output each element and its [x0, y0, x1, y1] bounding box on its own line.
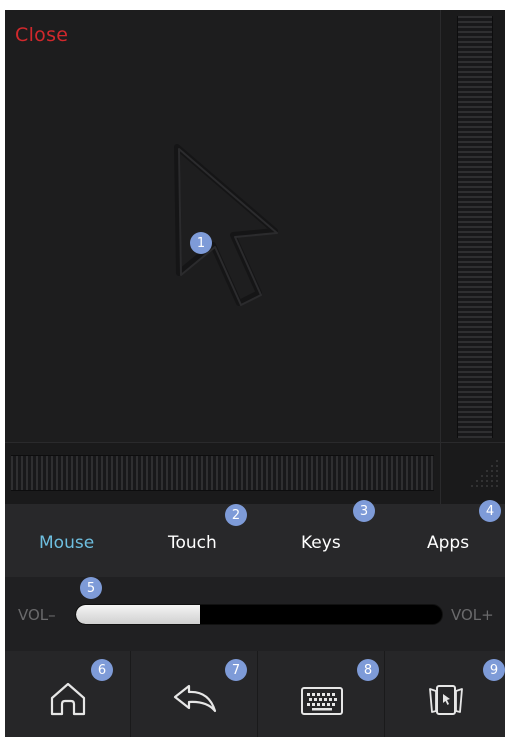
tab-apps[interactable]: Apps: [427, 533, 469, 553]
vertical-scroll-strip[interactable]: [440, 10, 505, 442]
close-button[interactable]: Close: [15, 24, 68, 46]
marker-badge: 8: [357, 659, 379, 681]
marker-badge: 1: [190, 232, 212, 254]
home-icon: [50, 682, 85, 716]
marker-badge: 5: [80, 577, 102, 599]
volume-control: VOL– VOL+ 5: [5, 577, 505, 651]
marker-badge: 3: [353, 500, 375, 522]
resize-corner: [440, 442, 505, 504]
tab-keys[interactable]: Keys: [301, 533, 341, 553]
volume-slider-fill: [76, 605, 201, 624]
volume-slider[interactable]: [75, 604, 443, 625]
volume-up-label[interactable]: VOL+: [451, 606, 494, 624]
marker-badge: 2: [225, 504, 247, 526]
grip-dots-icon: [471, 460, 498, 487]
mouse-pointer-icon: [174, 144, 278, 306]
home-button[interactable]: [5, 651, 131, 737]
back-icon: [173, 684, 216, 713]
tab-mouse[interactable]: Mouse: [39, 533, 94, 553]
trackpad-area: Close 1: [5, 10, 505, 504]
marker-badge: 4: [479, 500, 501, 522]
app-cards-icon: [428, 685, 463, 715]
tab-touch[interactable]: Touch: [168, 533, 217, 553]
bottom-button-bar: 6 7 8 9: [5, 651, 505, 737]
marker-badge: 6: [91, 659, 113, 681]
trackpad-surface[interactable]: [5, 10, 440, 442]
volume-down-label[interactable]: VOL–: [18, 606, 56, 624]
mode-tab-bar: Mouse Touch Keys Apps 2 3 4: [5, 500, 505, 577]
horizontal-scroll-strip[interactable]: [5, 442, 440, 504]
remote-screen: Close 1 Mouse Touch Keys Apps 2 3 4 VOL–…: [5, 10, 505, 737]
marker-badge: 9: [483, 659, 505, 681]
marker-badge: 7: [225, 659, 247, 681]
keyboard-icon: [300, 687, 343, 715]
